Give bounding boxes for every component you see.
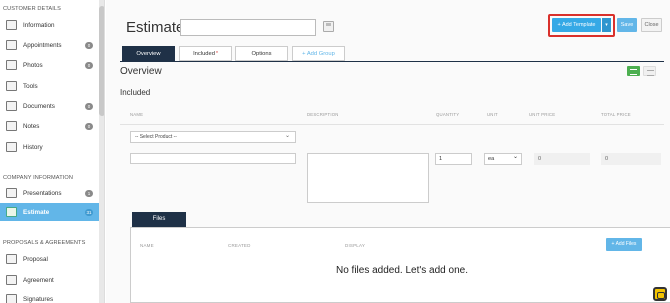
files-column-created: CREATED [228,243,251,248]
sidebar-item-tools[interactable]: Tools [0,77,99,95]
sidebar-item-label: Notes [23,122,40,130]
required-star: * [215,51,218,57]
calendar-icon [6,40,17,50]
sidebar-item-label: Tools [23,82,38,90]
sidebar-item-history[interactable]: History [0,138,99,156]
tab-options[interactable]: Options [235,46,288,61]
sidebar-item-label: Signatures [23,295,54,303]
sidebar: CUSTOMER DETAILS Information Appointment… [0,0,105,303]
agreement-icon [6,275,17,285]
count-badge: 0 [85,41,93,49]
info-icon [6,20,17,30]
total-price-field: 0 [601,153,661,165]
column-header-name: NAME [130,112,144,117]
count-badge: 1 [85,189,93,197]
tab-divider [120,61,664,62]
add-files-button[interactable]: + Add Files [606,238,642,251]
item-name-input[interactable] [130,153,296,164]
count-badge: 0 [85,61,93,69]
sidebar-scrollbar[interactable] [99,0,104,303]
sidebar-item-information[interactable]: Information [0,16,99,34]
sidebar-item-label: Proposal [23,255,48,263]
tab-label: Included [193,51,215,57]
unit-price-field: 0 [534,153,590,165]
tab-files[interactable]: Files [132,212,186,227]
tab-included[interactable]: Included* [179,46,232,61]
help-chat-icon[interactable] [653,287,667,301]
sidebar-item-notes[interactable]: Notes 0 [0,117,99,135]
sidebar-item-label: Information [23,21,55,29]
sidebar-scrollbar-thumb[interactable] [99,6,104,116]
sidebar-item-label: Presentations [23,189,62,197]
photo-icon [6,60,17,70]
history-icon [6,142,17,152]
save-disk-icon[interactable] [323,21,334,32]
sidebar-item-agreement[interactable]: Agreement [0,271,99,289]
sidebar-item-label: Appointments [23,41,62,49]
count-badge: 0 [85,122,93,130]
grid-view-icon[interactable] [627,66,640,76]
close-button[interactable]: Close [641,18,662,32]
estimate-icon [6,207,17,217]
section-company-information: COMPANY INFORMATION [3,175,73,181]
files-column-name: NAME [140,243,154,248]
add-template-button[interactable]: + Add Template [552,18,601,32]
section-customer-details: CUSTOMER DETAILS [3,6,61,12]
count-badge: 0 [85,102,93,110]
notes-icon [6,121,17,131]
main-content: Estimate: + Add Template ▾ Save Close Ov… [106,0,670,303]
tab-overview[interactable]: Overview [122,46,175,61]
tools-icon [6,81,17,91]
document-icon [6,101,17,111]
sidebar-item-label: Documents [23,102,55,110]
sidebar-item-proposal[interactable]: Proposal [0,250,99,268]
sidebar-item-appointments[interactable]: Appointments 0 [0,36,99,54]
overview-heading: Overview [120,66,162,77]
column-header-unit-price: UNIT PRICE [529,112,556,117]
save-button[interactable]: Save [617,18,637,32]
sidebar-item-presentations[interactable]: Presentations 1 [0,184,99,202]
add-template-dropdown-button[interactable]: ▾ [602,18,611,32]
included-heading: Included [120,88,151,97]
sidebar-item-label: History [23,143,43,151]
proposal-icon [6,254,17,264]
list-view-icon[interactable] [643,66,656,76]
column-header-divider [120,124,664,125]
estimate-name-input[interactable] [180,19,316,36]
column-header-unit: UNIT [487,112,498,117]
select-product-dropdown[interactable]: -- Select Product -- [130,131,296,143]
unit-select[interactable]: ea [484,152,522,165]
tab-add-group[interactable]: + Add Group [292,46,345,61]
sidebar-item-label: Photos [23,61,43,69]
quantity-input[interactable]: 1 [435,153,472,165]
files-column-display: DISPLAY [345,243,366,248]
empty-files-message: No files added. Let's add one. [335,265,468,276]
column-header-quantity: QUANTITY [436,112,460,117]
sidebar-item-label: Estimate [23,208,50,216]
presentation-icon [6,188,17,198]
sidebar-item-documents[interactable]: Documents 0 [0,97,99,115]
sidebar-item-label: Agreement [23,276,54,284]
signature-icon [6,294,17,303]
count-badge: 31 [85,208,93,216]
item-description-textarea[interactable] [307,153,429,203]
sidebar-item-estimate[interactable]: Estimate 31 [0,203,99,221]
sidebar-item-photos[interactable]: Photos 0 [0,56,99,74]
column-header-total-price: TOTAL PRICE [601,112,631,117]
sidebar-item-signatures[interactable]: Signatures [0,290,99,303]
section-proposals-agreements: PROPOSALS & AGREEMENTS [3,240,86,246]
column-header-description: DESCRIPTION [307,112,339,117]
